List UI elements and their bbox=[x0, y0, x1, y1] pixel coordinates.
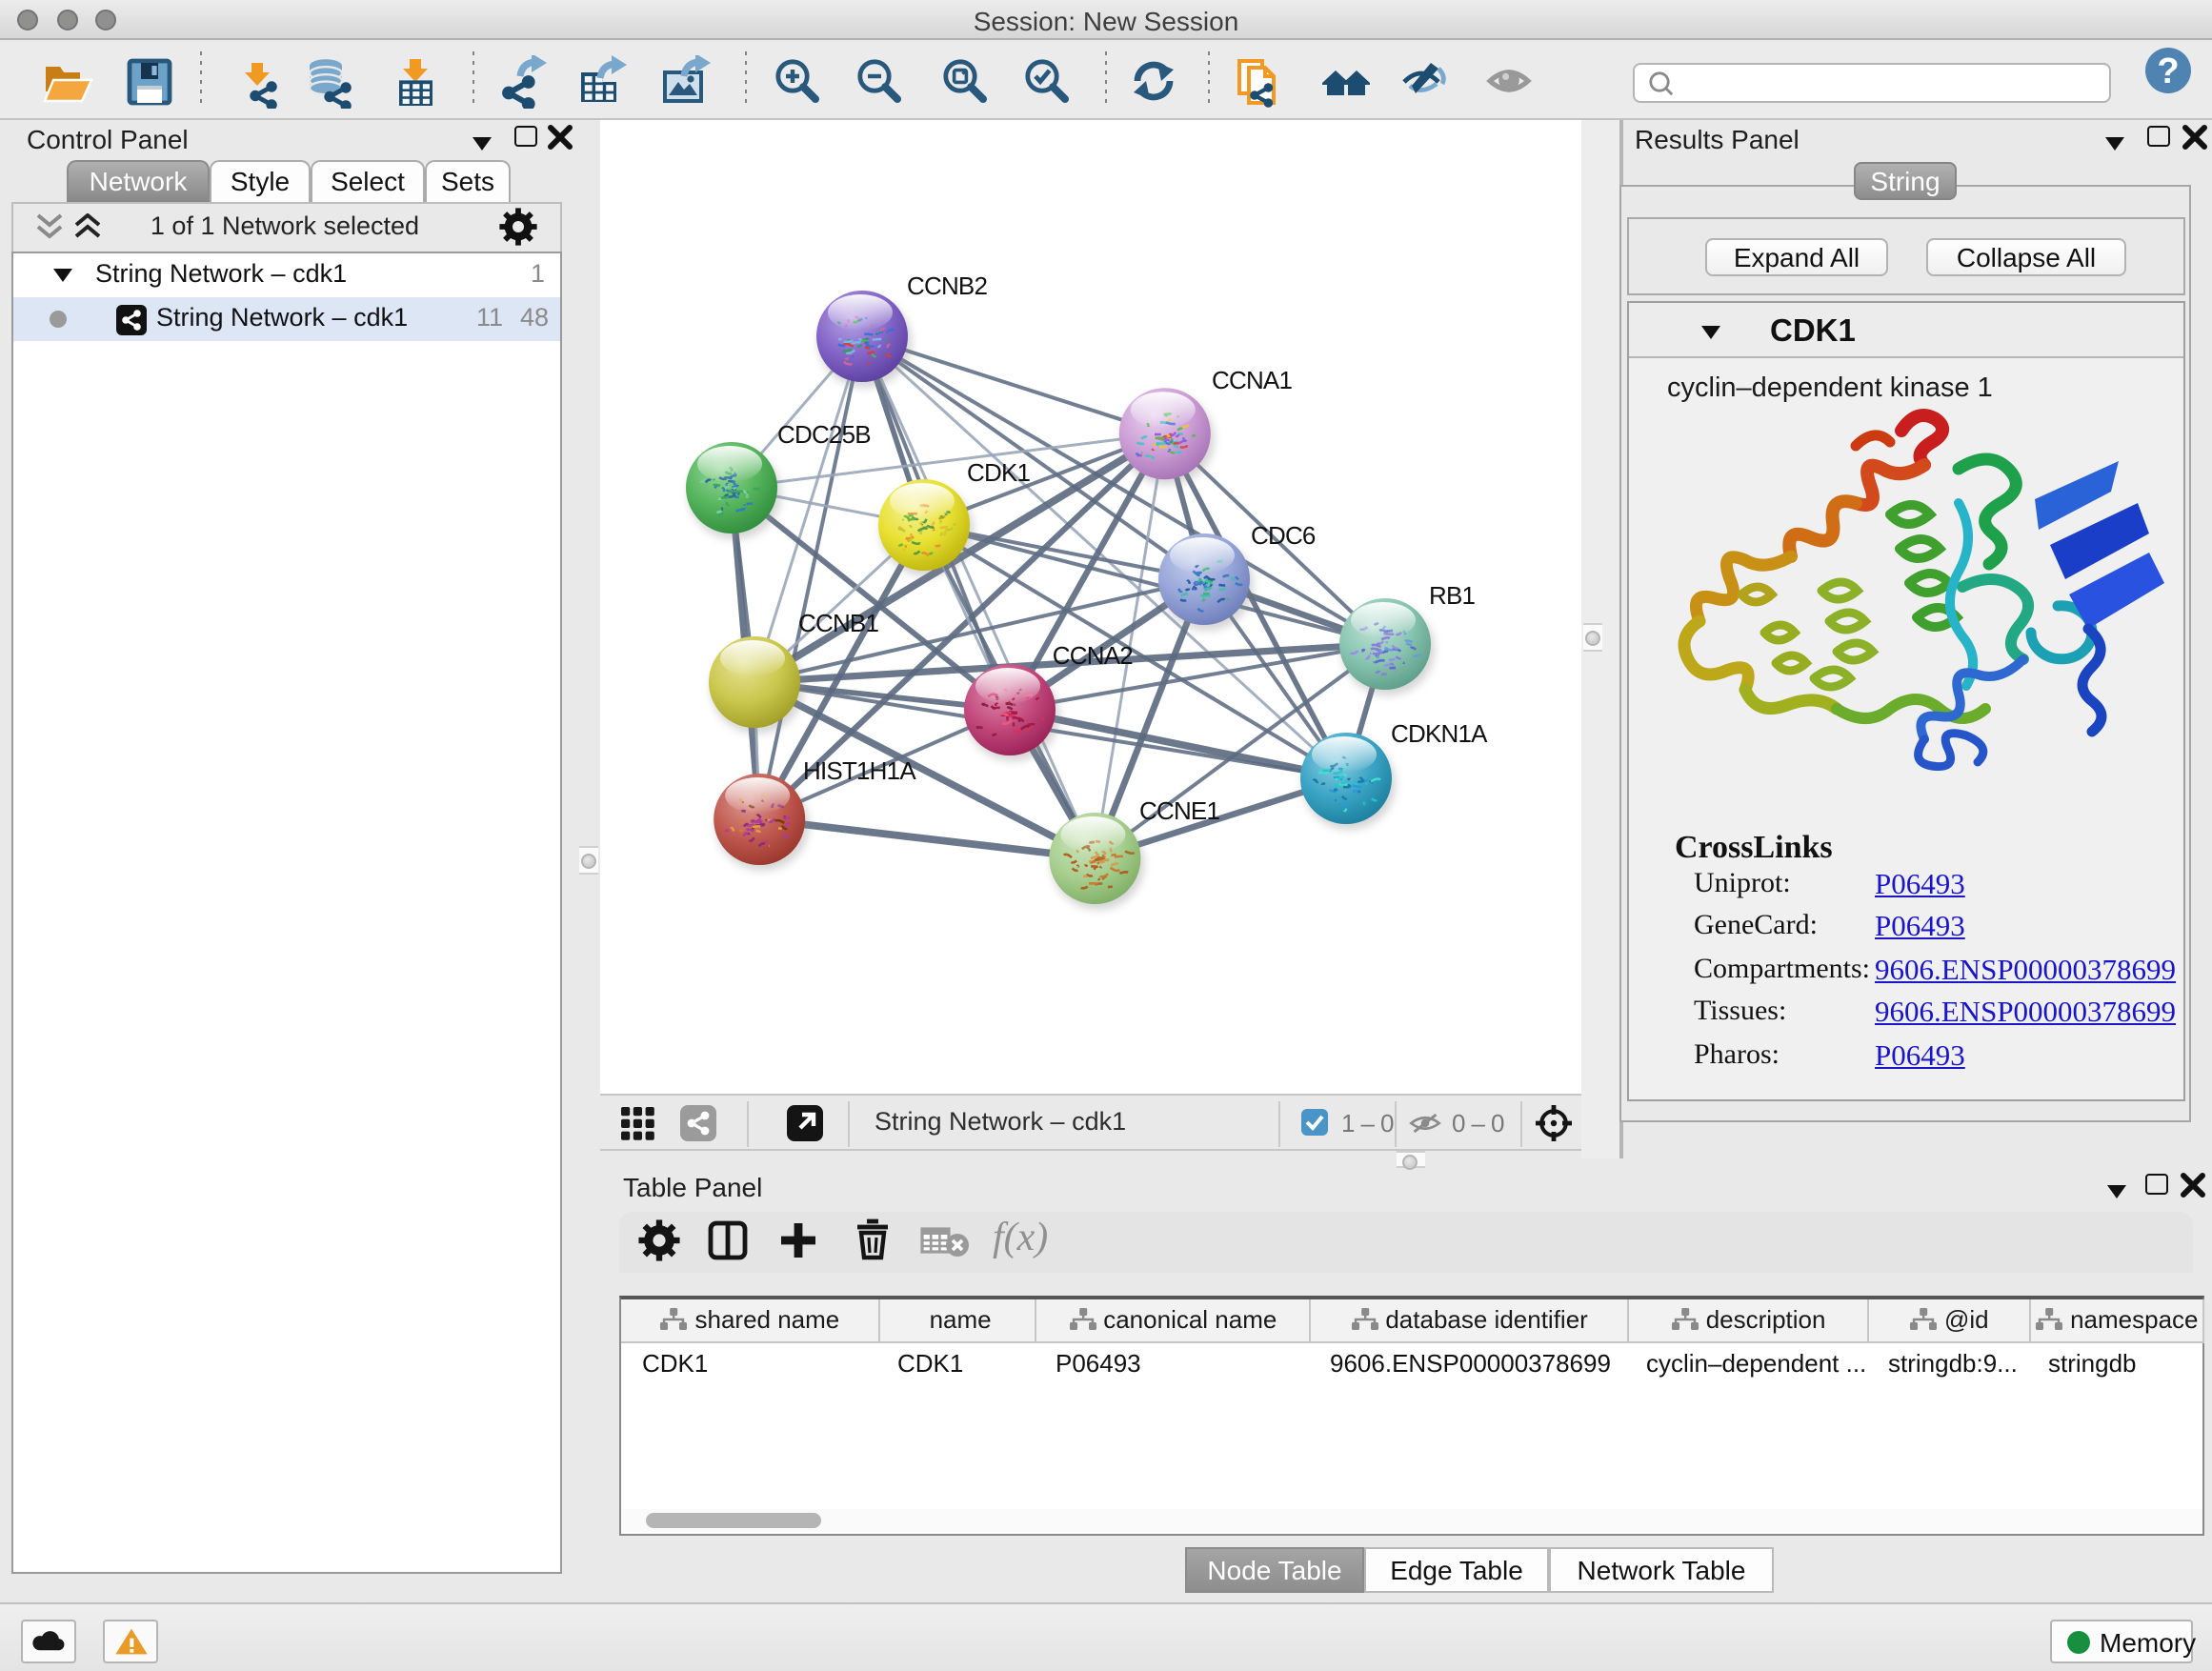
svg-text:CDK1: CDK1 bbox=[967, 458, 1030, 487]
svg-text:CCNE1: CCNE1 bbox=[1139, 796, 1219, 825]
svg-text:?: ? bbox=[2157, 51, 2179, 91]
svg-text:CCNB1: CCNB1 bbox=[798, 609, 878, 637]
svg-text:CCNB2: CCNB2 bbox=[907, 272, 987, 300]
svg-text:HIST1H1A: HIST1H1A bbox=[803, 756, 916, 785]
svg-text:CDC25B: CDC25B bbox=[777, 420, 871, 449]
svg-text:CCNA1: CCNA1 bbox=[1212, 366, 1292, 394]
svg-text:RB1: RB1 bbox=[1429, 581, 1476, 610]
svg-text:CDKN1A: CDKN1A bbox=[1391, 719, 1488, 748]
svg-text:CDC6: CDC6 bbox=[1251, 521, 1316, 550]
svg-text:CCNA2: CCNA2 bbox=[1053, 641, 1133, 670]
